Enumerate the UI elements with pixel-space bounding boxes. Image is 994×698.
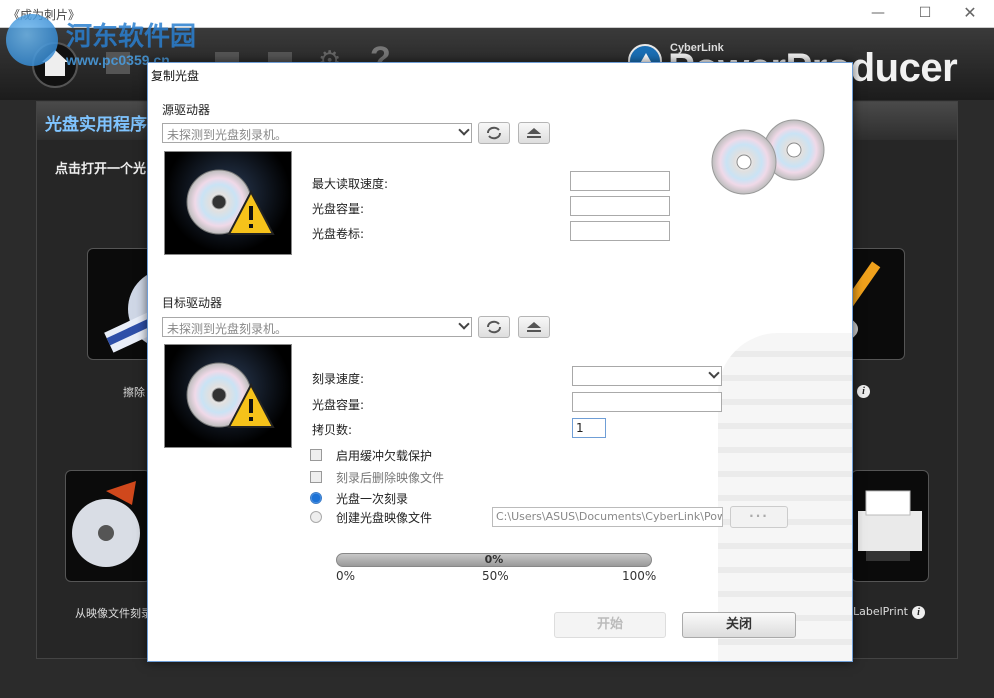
source-drive-image <box>164 151 292 255</box>
target-drive-image <box>164 344 292 448</box>
burn-once-radio[interactable] <box>310 492 322 504</box>
copy-disc-dialog: 复制光盘 源驱动器 未探测到光盘刻录机。 最大读取速度: 光盘容量: 光盘卷标:… <box>147 62 853 662</box>
disc-warning-icon <box>186 169 275 235</box>
target-capacity-field <box>572 392 722 412</box>
target-capacity-label: 光盘容量: <box>312 398 365 412</box>
max-read-speed-label: 最大读取速度: <box>312 177 389 191</box>
source-capacity-label: 光盘容量: <box>312 202 365 216</box>
create-image-label: 创建光盘映像文件 <box>336 511 433 525</box>
target-eject-button[interactable] <box>518 316 550 338</box>
labelprint-text: LabelPrint <box>853 605 908 618</box>
source-drive-select[interactable]: 未探测到光盘刻录机。 <box>162 123 472 143</box>
target-drive-select[interactable]: 未探测到光盘刻录机。 <box>162 317 472 337</box>
progress-bar: 0% <box>336 553 652 567</box>
minimize-button[interactable]: — <box>858 2 898 26</box>
watermark-text: 河东软件园 <box>66 22 197 52</box>
disc-copy-icon <box>711 119 825 195</box>
tile-labelprint-label: LabelPrint i <box>853 605 925 619</box>
chevron-down-icon <box>458 124 470 136</box>
tile-labelprint[interactable] <box>851 470 929 582</box>
image-path-field[interactable]: C:\Users\ASUS\Documents\CyberLink\Pow <box>492 507 723 527</box>
close-button[interactable]: 关闭 <box>682 612 796 638</box>
target-drive-label: 目标驱动器 <box>162 296 223 310</box>
source-refresh-button[interactable] <box>478 122 510 144</box>
chevron-down-icon <box>708 367 720 379</box>
source-drive-value: 未探测到光盘刻录机。 <box>167 128 288 142</box>
refresh-icon <box>487 320 501 334</box>
burn-speed-label: 刻录速度: <box>312 372 365 386</box>
dialog-title: 复制光盘 <box>151 69 200 83</box>
progress-tick-50: 50% <box>482 569 509 583</box>
progress-text: 0% <box>484 553 504 566</box>
maximize-button[interactable]: ☐ <box>905 2 945 26</box>
tile-burn-from-image-label: 从映像文件刻录 <box>75 607 152 620</box>
chevron-down-icon <box>458 318 470 330</box>
copies-input[interactable]: 1 <box>572 418 606 438</box>
watermark-logo-icon <box>6 14 58 66</box>
burn-speed-select[interactable] <box>572 366 722 386</box>
browse-button[interactable]: ··· <box>730 506 788 528</box>
start-button[interactable]: 开始 <box>554 612 666 638</box>
progress-tick-0: 0% <box>336 569 356 583</box>
panel-subtitle: 点击打开一个光 <box>55 162 147 177</box>
watermark: 河东软件园 www.pc0359.cn <box>4 6 214 68</box>
target-refresh-button[interactable] <box>478 316 510 338</box>
disc-warning-icon <box>186 362 275 428</box>
target-drive-value: 未探测到光盘刻录机。 <box>167 322 288 336</box>
source-capacity-field <box>570 196 670 216</box>
copies-label: 拷贝数: <box>312 423 353 437</box>
burn-once-label: 光盘一次刻录 <box>336 492 409 506</box>
buffer-protect-label: 启用缓冲欠载保护 <box>336 449 433 463</box>
printer-icon <box>858 490 922 561</box>
tile-burn-from-image[interactable] <box>65 470 151 582</box>
disc-volume-field <box>570 221 670 241</box>
create-image-radio[interactable] <box>310 511 322 523</box>
info-icon[interactable]: i <box>857 385 870 398</box>
progress-tick-100: 100% <box>622 569 657 583</box>
disc-volume-label: 光盘卷标: <box>312 227 365 241</box>
refresh-icon <box>487 126 501 140</box>
close-window-button[interactable]: ✕ <box>950 2 990 26</box>
buffer-protect-checkbox[interactable] <box>310 449 322 461</box>
eject-icon <box>527 322 541 332</box>
source-eject-button[interactable] <box>518 122 550 144</box>
source-drive-label: 源驱动器 <box>162 103 211 117</box>
eject-icon <box>527 128 541 138</box>
delete-image-checkbox[interactable] <box>310 471 322 483</box>
panel-title: 光盘实用程序 <box>45 115 147 135</box>
tile-label-edit-info: i <box>853 384 870 398</box>
max-read-speed-field <box>570 171 670 191</box>
delete-image-label: 刻录后删除映像文件 <box>336 471 445 485</box>
info-icon[interactable]: i <box>911 606 925 619</box>
burn-image-disc-icon <box>72 481 140 567</box>
tile-erase-label: 擦除 <box>123 386 145 399</box>
